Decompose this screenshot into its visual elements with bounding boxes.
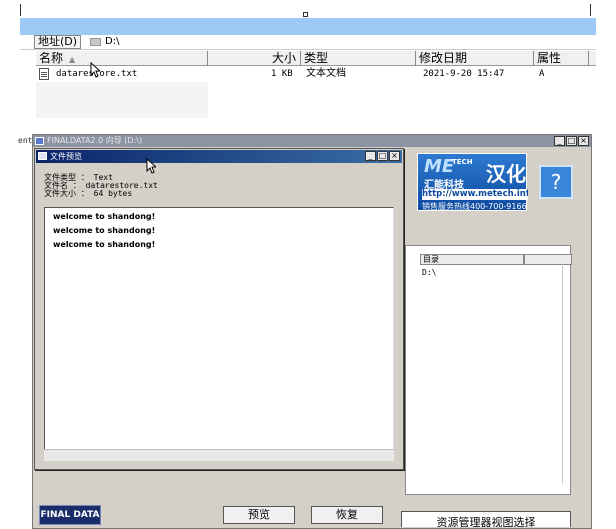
column-modified-label: 修改日期 xyxy=(419,51,468,65)
close-button[interactable]: × xyxy=(578,136,589,146)
minimize-button[interactable]: _ xyxy=(554,136,565,146)
metech-logo: ME xyxy=(424,156,455,177)
finaldata-logo: FINAL DATA xyxy=(39,505,101,525)
window-edge-right xyxy=(590,4,591,16)
explorer-toolbar-band xyxy=(20,18,596,35)
column-attributes-label: 属性 xyxy=(537,51,562,65)
column-type-label: 类型 xyxy=(304,51,329,65)
column-size-label: 大小 xyxy=(271,51,296,65)
metech-banner: ME TECH 汇能科技 汉化 http://www.metech.info 销… xyxy=(417,153,528,211)
preview-line: welcome to shandong! xyxy=(53,212,156,221)
directory-entry[interactable]: D:\ xyxy=(422,268,436,277)
text-file-icon xyxy=(39,68,49,80)
folder-icon xyxy=(90,38,101,46)
preview-line: welcome to shandong! xyxy=(53,226,156,235)
window-edge-left xyxy=(20,4,21,16)
column-attributes[interactable]: 属性 xyxy=(534,51,589,66)
file-list-empty-area[interactable] xyxy=(36,82,208,118)
preview-text-area[interactable]: welcome to shandong! welcome to shandong… xyxy=(44,207,394,461)
metech-logo-sub: TECH xyxy=(452,158,473,166)
preview-minimize-button[interactable]: _ xyxy=(365,151,376,161)
directory-column-header[interactable]: 目录 xyxy=(420,254,524,265)
file-type: 文本文档 xyxy=(306,68,346,79)
preview-maximize-button[interactable]: □ xyxy=(377,151,388,161)
column-name-label: 名称 xyxy=(39,51,64,65)
file-list-header: 名称 ▲ 大小 类型 修改日期 属性 xyxy=(36,51,596,66)
mouse-cursor-icon xyxy=(90,62,100,78)
preview-button[interactable]: 预览 xyxy=(223,506,295,524)
directory-scrollbar[interactable] xyxy=(562,264,568,484)
file-size: 1 KB xyxy=(271,69,293,79)
metech-url: http://www.metech.info xyxy=(422,189,528,200)
explorer-top-strip xyxy=(20,0,596,18)
help-button[interactable]: ? xyxy=(539,165,573,199)
app-icon xyxy=(35,137,44,145)
preview-window-controls: _ □ × xyxy=(364,151,400,161)
sales-hotline: 销售服务热线400-700-9166 xyxy=(422,202,527,211)
file-attributes: A xyxy=(539,69,545,79)
preview-horizontal-scrollbar[interactable] xyxy=(44,449,394,461)
preview-line: welcome to shandong! xyxy=(53,240,156,249)
explorer-view-button[interactable]: 资源管理器视图选择 xyxy=(401,511,571,527)
column-name[interactable]: 名称 ▲ xyxy=(36,51,208,66)
preview-close-button[interactable]: × xyxy=(389,151,400,161)
finaldata-titlebar[interactable]: FINALDATA2.0 向导 (D:\) _ □ × xyxy=(33,135,591,147)
left-edge-text: ent xyxy=(18,136,33,145)
file-preview-dialog: 文件预览 _ □ × 文件类型 ： Text 文件名 ： datarestore.t… xyxy=(34,148,404,470)
directory-panel: 目录 D:\ xyxy=(405,245,572,495)
column-type[interactable]: 类型 xyxy=(301,51,416,66)
mouse-cursor-icon xyxy=(146,158,156,174)
file-row[interactable]: datarestore.txt 1 KB 文本文档 2021-9-20 15:4… xyxy=(36,67,596,81)
maximize-button[interactable]: □ xyxy=(566,136,577,146)
address-path[interactable]: D:\ xyxy=(105,35,119,49)
column-modified[interactable]: 修改日期 xyxy=(416,51,534,66)
preview-titlebar[interactable]: 文件预览 _ □ × xyxy=(36,150,402,163)
address-label[interactable]: 地址(D) xyxy=(34,35,82,49)
address-bar: 地址(D) D:\ xyxy=(20,35,596,50)
resize-handle[interactable] xyxy=(303,12,308,17)
restore-button[interactable]: 恢复 xyxy=(311,506,383,524)
file-modified: 2021-9-20 15:47 xyxy=(423,69,505,79)
column-size[interactable]: 大小 xyxy=(208,51,301,66)
file-size-line: 文件大小 ： 64 bytes xyxy=(44,189,133,198)
hanhua-label: 汉化 xyxy=(486,162,526,186)
finaldata-window-controls: _ □ × xyxy=(553,136,589,146)
preview-title: 文件预览 xyxy=(50,152,82,161)
file-info: 文件类型 ： Text 文件名 ： datarestore.txt 文件大小 ：… xyxy=(44,174,158,198)
dialog-icon xyxy=(38,152,47,160)
finaldata-title: FINALDATA2.0 向导 (D:\) xyxy=(47,136,143,145)
sort-ascending-icon: ▲ xyxy=(69,55,76,64)
